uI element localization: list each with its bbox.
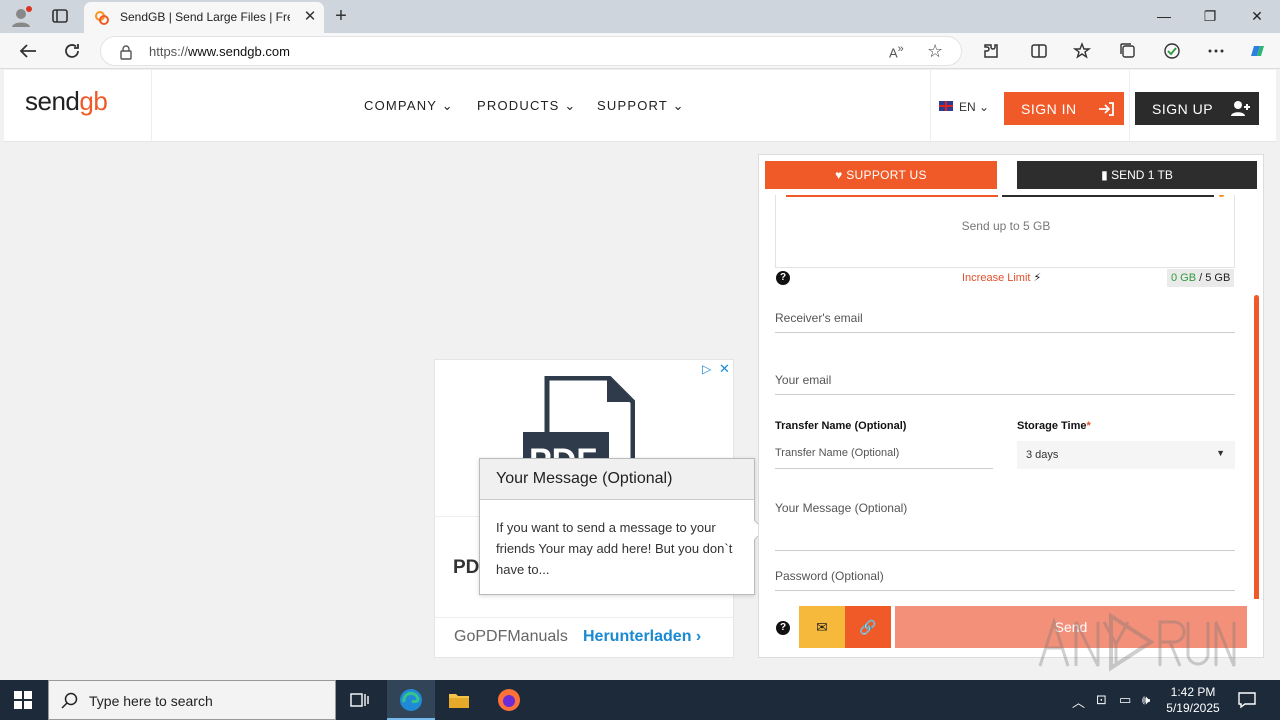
favorites-icon[interactable]	[1073, 41, 1093, 61]
add-user-icon	[1231, 101, 1250, 116]
browser-essentials-icon[interactable]	[1162, 41, 1182, 61]
tooltip-body: If you want to send a message to your fr…	[496, 520, 733, 577]
send-1tb-button[interactable]: ▮ SEND 1 TB	[1017, 161, 1257, 189]
form-scrollbar[interactable]	[1254, 295, 1259, 599]
read-aloud-icon[interactable]: A»	[889, 43, 904, 60]
upload-option-strip[interactable]	[786, 195, 998, 197]
taskbar-search[interactable]: Type here to search	[48, 680, 336, 720]
task-view-icon	[350, 693, 369, 707]
firefox-icon	[498, 689, 520, 711]
network-icon[interactable]: ▭	[1119, 692, 1131, 708]
sign-up-button[interactable]: SIGN UP	[1135, 92, 1259, 125]
task-view-button[interactable]	[336, 680, 384, 720]
browser-tab[interactable]: SendGB | Send Large Files | Free f ✕	[84, 2, 324, 33]
profile-icon[interactable]	[10, 6, 32, 28]
file-drop-zone[interactable]: Send up to 5 GB	[775, 195, 1235, 268]
link-icon: 🔗	[859, 619, 877, 635]
new-tab-button[interactable]: +	[330, 5, 352, 27]
upload-indicator	[1219, 195, 1224, 197]
close-window-button[interactable]: ✕	[1234, 0, 1280, 33]
edge-icon	[400, 689, 422, 711]
help-icon[interactable]: ?	[776, 271, 790, 285]
volume-icon[interactable]: 🕪	[1142, 692, 1150, 708]
transfer-name-label: Transfer Name (Optional)	[775, 420, 907, 432]
increase-limit-link[interactable]: Increase Limit ⚡	[962, 271, 1041, 284]
edge-taskbar-button[interactable]	[387, 680, 435, 720]
lock-icon[interactable]	[119, 44, 133, 60]
more-menu-icon[interactable]	[1206, 41, 1226, 61]
ad-close-icon[interactable]: ✕	[719, 361, 730, 377]
sign-in-icon	[1099, 102, 1114, 116]
form-scroll-area: Send up to 5 GB ? Increase Limit ⚡ 0 GB …	[759, 195, 1265, 599]
storage-time-select[interactable]: 3 days ▼	[1017, 441, 1235, 469]
storage-time-label: Storage Time*	[1017, 420, 1091, 432]
url-text[interactable]: https://www.sendgb.com	[149, 44, 290, 59]
message-tooltip: Your Message (Optional) If you want to s…	[479, 458, 765, 595]
tab-close-icon[interactable]: ✕	[302, 9, 318, 25]
windows-taskbar: Type here to search ︿ ⊡ ▭ 🕪 1:42 PM 5/19…	[0, 680, 1280, 720]
ad-divider	[435, 617, 733, 618]
minimize-button[interactable]: —	[1141, 0, 1187, 33]
ad-title[interactable]: PD	[453, 557, 479, 579]
search-icon	[61, 692, 78, 709]
logo-text[interactable]: sendgb	[25, 86, 108, 117]
address-bar[interactable]: https://www.sendgb.com A» ☆	[100, 36, 962, 66]
tab-actions-icon[interactable]	[50, 6, 70, 26]
language-selector[interactable]: EN ⌄	[959, 100, 989, 114]
copilot-icon[interactable]	[1247, 41, 1267, 61]
upload-option-strip[interactable]	[1002, 195, 1214, 197]
lightning-icon: ⚡	[1033, 272, 1042, 284]
restore-button[interactable]: ❐	[1187, 0, 1233, 33]
transfer-name-field[interactable]: Transfer Name (Optional)	[775, 439, 993, 469]
tooltip-title: Your Message (Optional)	[480, 459, 754, 500]
heart-icon: ♥	[835, 168, 843, 182]
tray-app-icon[interactable]: ⊡	[1096, 692, 1107, 708]
receiver-email-field[interactable]: Receiver's email	[775, 303, 1235, 333]
file-explorer-taskbar-button[interactable]	[435, 680, 483, 720]
uk-flag-icon[interactable]	[939, 101, 953, 111]
collections-icon[interactable]	[1118, 41, 1138, 61]
help-icon[interactable]: ?	[776, 621, 790, 635]
back-icon[interactable]	[17, 40, 39, 62]
browser-toolbar: https://www.sendgb.com A» ☆	[0, 33, 1280, 69]
notification-icon[interactable]	[1238, 691, 1256, 709]
browser-tab-bar: SendGB | Send Large Files | Free f ✕ + —…	[0, 0, 1280, 33]
password-field[interactable]: Password (Optional)	[775, 561, 1235, 591]
windows-start-icon[interactable]	[14, 691, 32, 709]
message-field[interactable]: Your Message (Optional)	[775, 493, 1235, 551]
ad-brand[interactable]: GoPDFManuals	[454, 628, 568, 646]
extensions-icon[interactable]	[981, 41, 1001, 61]
watermark-logo	[1038, 612, 1236, 672]
caret-down-icon: ▼	[1216, 448, 1225, 458]
folder-icon	[449, 694, 469, 708]
favorite-star-icon[interactable]: ☆	[927, 41, 943, 62]
adchoices-icon[interactable]: ▷	[702, 362, 711, 376]
site-header: sendgb COMPANY ⌄ PRODUCTS ⌄ SUPPORT ⌄ EN…	[4, 70, 1276, 142]
send-limit-text: Send up to 5 GB	[961, 219, 1051, 233]
tray-chevron-up-icon[interactable]: ︿	[1072, 692, 1085, 711]
chevron-right-icon: ›	[695, 628, 702, 645]
firefox-taskbar-button[interactable]	[485, 680, 533, 720]
upload-panel: ♥ SUPPORT US ▮ SEND 1 TB Send up to 5 GB…	[758, 154, 1264, 658]
logo[interactable]: sendgb	[4, 70, 152, 142]
sign-in-button[interactable]: SIGN IN	[1004, 92, 1124, 125]
support-us-button[interactable]: ♥ SUPPORT US	[765, 161, 997, 189]
tab-title: SendGB | Send Large Files | Free f	[120, 10, 290, 24]
ad-download-link[interactable]: Herunterladen ›	[583, 628, 701, 646]
refresh-icon[interactable]	[61, 40, 83, 62]
file-icon: ▮	[1101, 168, 1108, 182]
split-screen-icon[interactable]	[1029, 41, 1049, 61]
email-mode-button[interactable]: ✉	[799, 606, 845, 648]
storage-quota: 0 GB / 5 GB	[1167, 269, 1235, 287]
taskbar-clock[interactable]: 1:42 PM 5/19/2025	[1160, 684, 1226, 716]
menu-products[interactable]: PRODUCTS ⌄	[477, 98, 576, 114]
envelope-icon: ✉	[816, 619, 828, 635]
menu-support[interactable]: SUPPORT ⌄	[597, 98, 685, 114]
sendgb-favicon-icon	[95, 11, 109, 25]
your-email-field[interactable]: Your email	[775, 365, 1235, 395]
menu-company[interactable]: COMPANY ⌄	[364, 98, 454, 114]
link-mode-button[interactable]: 🔗	[845, 606, 891, 648]
